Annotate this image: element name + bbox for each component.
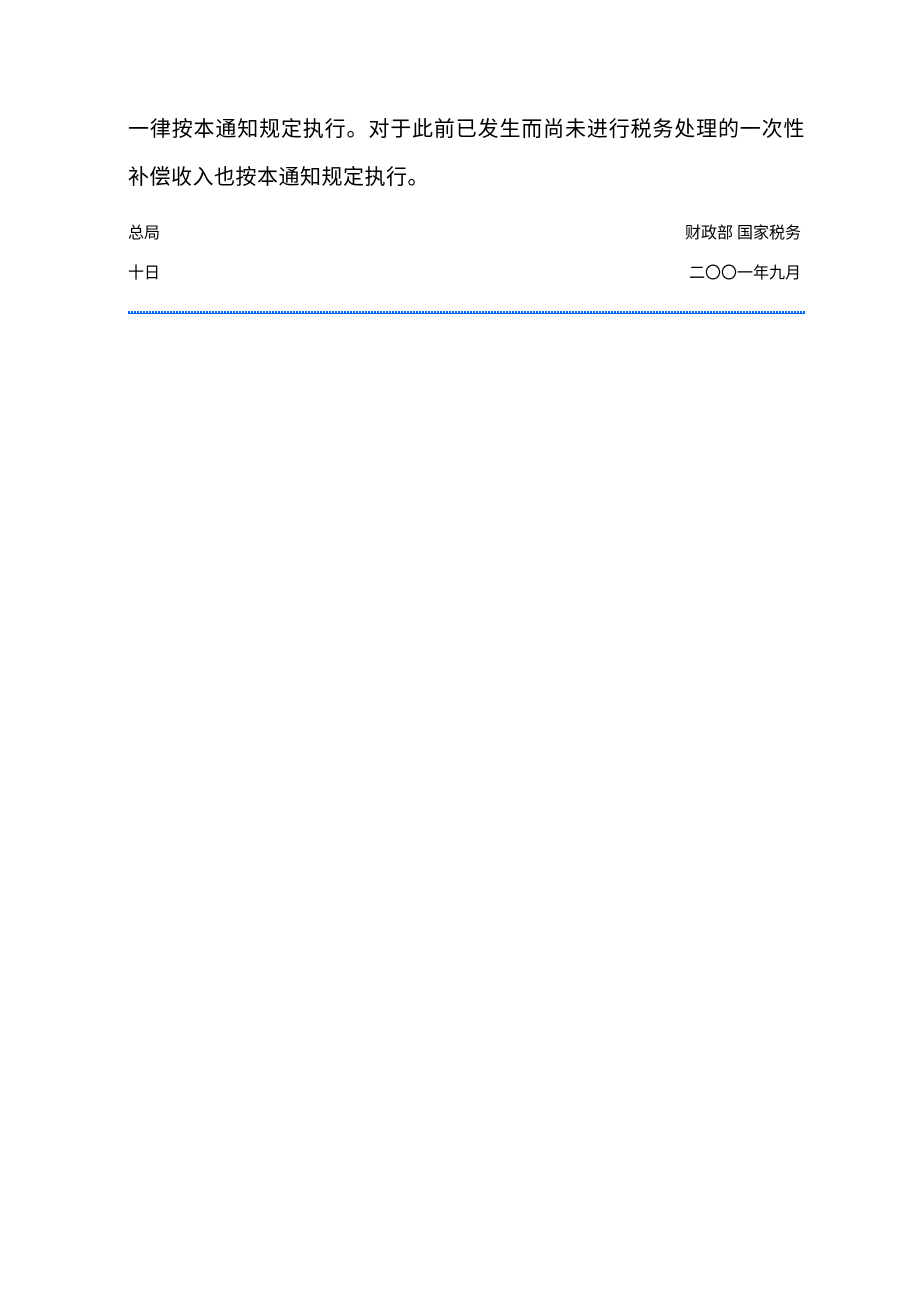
body-paragraph: 一律按本通知规定执行。对于此前已发生而尚未进行税务处理的一次性补偿收入也按本通知… (128, 105, 805, 202)
horizontal-divider (128, 311, 805, 314)
signature-right-2: 二〇〇一年九月 (689, 260, 805, 289)
document-page: 一律按本通知规定执行。对于此前已发生而尚未进行税务处理的一次性补偿收入也按本通知… (0, 0, 920, 314)
signature-left-2: 十日 (128, 260, 160, 289)
signature-block: 总局 财政部 国家税务 十日 二〇〇一年九月 (128, 220, 805, 290)
signature-right-1: 财政部 国家税务 (685, 220, 805, 249)
signature-row-1: 总局 财政部 国家税务 (128, 220, 805, 249)
signature-left-1: 总局 (128, 220, 160, 249)
signature-row-2: 十日 二〇〇一年九月 (128, 260, 805, 289)
